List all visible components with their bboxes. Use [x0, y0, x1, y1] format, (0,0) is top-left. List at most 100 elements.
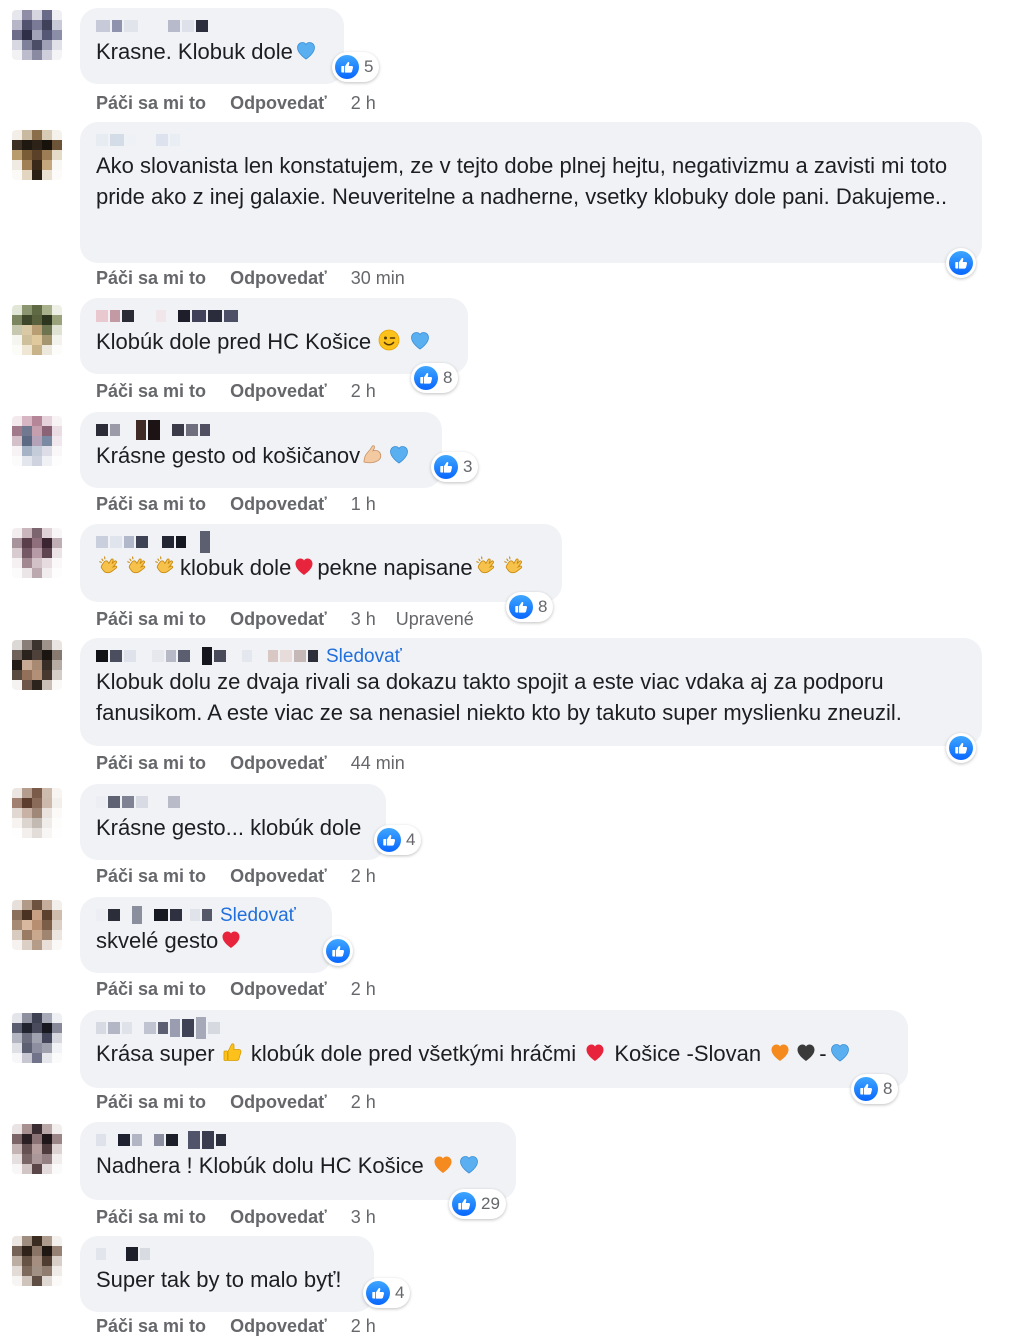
avatar[interactable] [12, 130, 62, 180]
like-icon [326, 939, 350, 963]
comment-time[interactable]: 2 h [351, 381, 376, 402]
like-link[interactable]: Páči sa mi to [96, 1207, 206, 1228]
comment-bubble: Ako slovanista len konstatujem, ze v tej… [80, 122, 982, 263]
comment-time[interactable]: 44 min [351, 753, 405, 774]
author-name-redacted[interactable] [96, 1244, 358, 1264]
reply-link[interactable]: Odpovedať [230, 1316, 327, 1337]
comment-actions: Páči sa mi to Odpovedať 30 min [96, 268, 405, 289]
reply-link[interactable]: Odpovedať [230, 866, 327, 887]
avatar[interactable] [12, 10, 62, 60]
reply-link[interactable]: Odpovedať [230, 93, 327, 114]
reaction-summary[interactable] [323, 936, 353, 966]
avatar[interactable] [12, 1124, 62, 1174]
like-link[interactable]: Páči sa mi to [96, 381, 206, 402]
author-name-redacted[interactable] [96, 16, 328, 36]
comment-actions: Páči sa mi to Odpovedať 2 h [96, 1092, 376, 1113]
edited-label[interactable]: Upravené [396, 609, 474, 630]
reaction-count: 5 [364, 57, 374, 76]
avatar[interactable] [12, 788, 62, 838]
like-link[interactable]: Páči sa mi to [96, 93, 206, 114]
comment-text: skvelé gesto [96, 925, 316, 956]
reaction-count: 4 [395, 1283, 405, 1302]
comment-actions: Páči sa mi to Odpovedať 1 h [96, 494, 376, 515]
like-link[interactable]: Páči sa mi to [96, 866, 206, 887]
like-icon [854, 1077, 878, 1101]
reaction-summary[interactable]: 4 [363, 1278, 411, 1308]
reply-link[interactable]: Odpovedať [230, 979, 327, 1000]
comment-time[interactable]: 2 h [351, 93, 376, 114]
reaction-summary[interactable] [946, 733, 976, 763]
comment-time[interactable]: 3 h [351, 609, 376, 630]
author-name-redacted[interactable] [96, 1017, 892, 1039]
black-heart-emoji [793, 1040, 819, 1064]
reaction-count: 3 [463, 457, 473, 476]
reply-link[interactable]: Odpovedať [230, 1207, 327, 1228]
reaction-summary[interactable]: 8 [851, 1074, 899, 1104]
comment-text: klobuk dole pekne napisane [96, 552, 546, 583]
author-name-redacted[interactable] [96, 130, 966, 150]
reaction-summary[interactable] [946, 248, 976, 278]
reply-link[interactable]: Odpovedať [230, 268, 327, 289]
author-name-redacted[interactable]: Sledovať [96, 905, 316, 927]
comment-time[interactable]: 1 h [351, 494, 376, 515]
reply-link[interactable]: Odpovedať [230, 1092, 327, 1113]
like-link[interactable]: Páči sa mi to [96, 1316, 206, 1337]
reply-link[interactable]: Odpovedať [230, 494, 327, 515]
comment-time[interactable]: 30 min [351, 268, 405, 289]
reaction-summary[interactable]: 4 [374, 825, 422, 855]
comment-time[interactable]: 2 h [351, 866, 376, 887]
avatar[interactable] [12, 1236, 62, 1286]
reaction-summary[interactable]: 8 [506, 592, 554, 622]
like-icon [452, 1192, 476, 1216]
like-link[interactable]: Páči sa mi to [96, 753, 206, 774]
avatar[interactable] [12, 416, 62, 466]
comment-actions: Páči sa mi to Odpovedať 2 h [96, 979, 376, 1000]
follow-link[interactable]: Sledovať [220, 905, 296, 927]
like-link[interactable]: Páči sa mi to [96, 979, 206, 1000]
reply-link[interactable]: Odpovedať [230, 609, 327, 630]
red-heart-emoji [218, 927, 244, 951]
clap-emoji [124, 552, 152, 578]
comment-time[interactable]: 2 h [351, 1092, 376, 1113]
like-link[interactable]: Páči sa mi to [96, 609, 206, 630]
comment-bubble: Krása super klobúk dole pred všetkými hr… [80, 1010, 908, 1088]
reaction-count: 4 [406, 830, 416, 849]
like-link[interactable]: Páči sa mi to [96, 1092, 206, 1113]
comment-text: Nadhera ! Klobúk dolu HC Košice [96, 1150, 500, 1181]
reaction-count: 8 [443, 368, 453, 387]
blue-heart-emoji [456, 1152, 482, 1176]
author-name-redacted[interactable] [96, 1130, 500, 1150]
comment-time[interactable]: 2 h [351, 1316, 376, 1337]
avatar[interactable] [12, 528, 62, 578]
reply-link[interactable]: Odpovedať [230, 381, 327, 402]
avatar[interactable] [12, 305, 62, 355]
comment-bubble: Klobúk dole pred HC Košice [80, 298, 468, 374]
author-name-redacted[interactable] [96, 306, 452, 326]
author-name-redacted[interactable] [96, 792, 370, 812]
author-name-redacted[interactable] [96, 531, 546, 553]
reply-link[interactable]: Odpovedať [230, 753, 327, 774]
reaction-summary[interactable]: 8 [411, 363, 459, 393]
comment-time[interactable]: 3 h [351, 1207, 376, 1228]
like-icon [335, 55, 359, 79]
follow-link[interactable]: Sledovať [326, 646, 402, 668]
like-link[interactable]: Páči sa mi to [96, 268, 206, 289]
like-link[interactable]: Páči sa mi to [96, 494, 206, 515]
like-icon [366, 1281, 390, 1305]
avatar[interactable] [12, 1013, 62, 1063]
comment-bubble: klobuk dole pekne napisane [80, 524, 562, 602]
comment-time[interactable]: 2 h [351, 979, 376, 1000]
comment-bubble: Krásne gesto... klobúk dole [80, 784, 386, 860]
comment-actions: Páči sa mi to Odpovedať 2 h [96, 1316, 376, 1337]
wink-emoji [377, 328, 401, 352]
reaction-summary[interactable]: 5 [332, 52, 380, 82]
avatar[interactable] [12, 640, 62, 690]
like-icon [414, 366, 438, 390]
reaction-summary[interactable]: 29 [449, 1189, 506, 1219]
author-name-redacted[interactable] [96, 420, 426, 440]
author-name-redacted[interactable]: Sledovať [96, 646, 966, 668]
avatar[interactable] [12, 900, 62, 950]
reaction-summary[interactable]: 3 [431, 452, 479, 482]
comment-text: Krásne gesto... klobúk dole [96, 815, 362, 840]
comment-bubble: Sledovať Klobuk dolu ze dvaja rivali sa … [80, 638, 982, 746]
